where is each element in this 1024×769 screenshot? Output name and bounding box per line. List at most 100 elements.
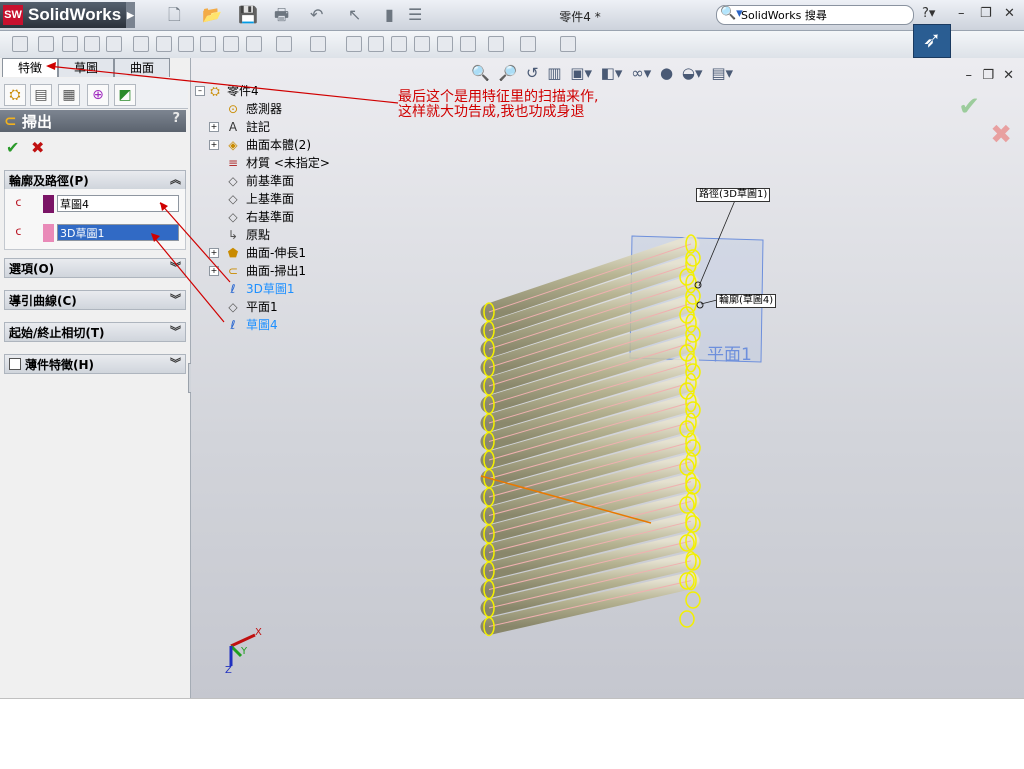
- undo-icon[interactable]: ↶: [310, 7, 323, 23]
- toolbar-tool-icon[interactable]: [310, 36, 326, 52]
- help-button[interactable]: ?: [172, 111, 180, 126]
- toolbar-tool-icon[interactable]: [133, 36, 149, 52]
- save-icon[interactable]: 💾: [238, 7, 258, 23]
- toolbar-tool-icon[interactable]: [391, 36, 407, 52]
- toolbar-tool-icon[interactable]: [178, 36, 194, 52]
- profile-path-group-body: ᑦ 草圖4 ᑦ 3D草圖1: [4, 189, 186, 250]
- expand-chevron-icon[interactable]: ︾: [170, 355, 181, 371]
- toolbar-tool-icon[interactable]: [38, 36, 54, 52]
- expand-icon[interactable]: +: [209, 248, 219, 258]
- search-box[interactable]: 🔍▾: [716, 5, 914, 25]
- swept-tube-coils[interactable]: [480, 234, 701, 637]
- help-icon[interactable]: ?▾: [922, 6, 935, 21]
- plane-icon: ◇: [228, 300, 238, 314]
- group-label: 薄件特徵(H): [25, 358, 95, 372]
- tree-item-label: 原點: [246, 228, 271, 242]
- tab-sketch[interactable]: 草圖: [58, 58, 114, 77]
- plane-icon: ◇: [228, 192, 238, 206]
- plane-icon: ◇: [228, 210, 238, 224]
- 3d-sketch-icon: ℓ: [230, 282, 236, 296]
- menu-expand-icon[interactable]: ▶: [126, 2, 135, 28]
- toolbar-tool-icon[interactable]: [520, 36, 536, 52]
- toolbar-tool-icon[interactable]: [414, 36, 430, 52]
- tree-item-label: 曲面-伸長1: [246, 246, 306, 260]
- toolbar-tool-icon[interactable]: [156, 36, 172, 52]
- title-bar: SW SolidWorks ▶ 🗋 📂 💾 🖶 ↶ ↖ ▮ ☰ 零件4 * 🔍▾…: [0, 0, 1024, 31]
- path-callout[interactable]: 路徑(3D草圖1): [696, 188, 771, 202]
- profile-field[interactable]: 草圖4: [57, 195, 179, 212]
- tab-features[interactable]: 特徵: [2, 58, 58, 77]
- thin-feature-checkbox[interactable]: [9, 358, 21, 370]
- toolbar-tool-icon[interactable]: [460, 36, 476, 52]
- tree-item-label: 曲面-掃出1: [246, 264, 306, 278]
- profile-path-group-header[interactable]: 輪廓及路徑(P) ︽: [4, 170, 186, 190]
- cancel-button[interactable]: ✖: [31, 138, 44, 157]
- expand-chevron-icon[interactable]: ︾: [170, 323, 181, 339]
- toolbar-tool-icon[interactable]: [246, 36, 262, 52]
- options-group-header[interactable]: 選項(O) ︾: [4, 258, 186, 278]
- search-input[interactable]: [739, 7, 913, 23]
- group-label: 選項(O): [9, 262, 55, 276]
- toolbar-tool-icon[interactable]: [84, 36, 100, 52]
- rebuild-icon[interactable]: ▮: [385, 7, 394, 23]
- options-icon[interactable]: ☰: [408, 7, 422, 23]
- triad-z-label: Z: [225, 665, 232, 676]
- property-manager-icon[interactable]: ▤: [30, 84, 52, 106]
- guide-curves-group-header[interactable]: 導引曲線(C) ︾: [4, 290, 186, 310]
- profile-callout[interactable]: 輪廓(草圖4): [716, 294, 777, 308]
- toolbar-tool-icon[interactable]: [62, 36, 78, 52]
- manager-tabs: ⛭ ▤ ▦ ⊕ ◩: [0, 78, 188, 109]
- property-manager-title: 掃出: [22, 113, 53, 131]
- solidworks-resources-icon[interactable]: ➶: [913, 24, 951, 58]
- toolbar-tool-icon[interactable]: [368, 36, 384, 52]
- annotation-icon: A: [228, 120, 238, 134]
- expand-icon[interactable]: +: [209, 140, 219, 150]
- solidworks-logo-menu[interactable]: SW SolidWorks ▶: [0, 2, 135, 28]
- new-file-icon[interactable]: 🗋: [168, 7, 181, 23]
- tree-root-label: 零件4: [227, 84, 259, 98]
- toolbar-tool-icon[interactable]: [488, 36, 504, 52]
- collapse-chevron-icon[interactable]: ︽: [170, 171, 181, 187]
- triad-x-label: X: [255, 627, 262, 638]
- group-label: 起始/終止相切(T): [9, 326, 105, 340]
- tree-item-label: 平面1: [246, 300, 278, 314]
- toolbar-tool-icon[interactable]: [12, 36, 28, 52]
- sweep-icon: ⊂: [227, 264, 239, 278]
- collapse-icon[interactable]: –: [195, 86, 205, 96]
- profile-icon: ᑦ: [15, 197, 22, 215]
- feature-toolbar: [0, 31, 1024, 59]
- print-icon[interactable]: 🖶: [274, 7, 289, 23]
- minimize-icon[interactable]: –: [958, 6, 965, 21]
- toolbar-tool-icon[interactable]: [223, 36, 239, 52]
- tab-surfaces[interactable]: 曲面: [114, 58, 170, 77]
- configuration-manager-icon[interactable]: ▦: [58, 84, 80, 106]
- close-icon[interactable]: ✕: [1004, 6, 1015, 21]
- expand-icon[interactable]: +: [209, 122, 219, 132]
- start-end-tangency-group-header[interactable]: 起始/終止相切(T) ︾: [4, 322, 186, 342]
- ok-button[interactable]: ✔: [6, 138, 19, 157]
- material-icon: ≡: [227, 156, 239, 170]
- plane-icon: ◇: [228, 174, 238, 188]
- expand-chevron-icon[interactable]: ︾: [170, 291, 181, 307]
- toolbar-tool-icon[interactable]: [437, 36, 453, 52]
- restore-icon[interactable]: ❐: [980, 6, 992, 21]
- select-arrow-icon[interactable]: ↖: [348, 7, 361, 23]
- path-field[interactable]: 3D草圖1: [57, 224, 179, 241]
- document-title: 零件4 *: [559, 10, 601, 24]
- toolbar-tool-icon[interactable]: [560, 36, 576, 52]
- footer-blank-area: [0, 698, 1024, 769]
- thin-feature-group-header[interactable]: 薄件特徵(H) ︾: [4, 354, 186, 374]
- expand-chevron-icon[interactable]: ︾: [170, 259, 181, 275]
- tutorial-annotation: 最后这个是用特征里的扫描来作,这样就大功告成,我也功成身退: [398, 89, 599, 120]
- tree-item-label: 前基準面: [246, 174, 295, 188]
- toolbar-tool-icon[interactable]: [106, 36, 122, 52]
- toolbar-tool-icon[interactable]: [200, 36, 216, 52]
- feature-manager-icon[interactable]: ⛭: [4, 84, 26, 106]
- dimxpert-icon[interactable]: ⊕: [87, 84, 109, 106]
- sweep-icon: ⊂: [4, 112, 17, 130]
- toolbar-tool-icon[interactable]: [346, 36, 362, 52]
- open-file-icon[interactable]: 📂: [202, 7, 222, 23]
- display-manager-icon[interactable]: ◩: [114, 84, 136, 106]
- expand-icon[interactable]: +: [209, 266, 219, 276]
- toolbar-tool-icon[interactable]: [276, 36, 292, 52]
